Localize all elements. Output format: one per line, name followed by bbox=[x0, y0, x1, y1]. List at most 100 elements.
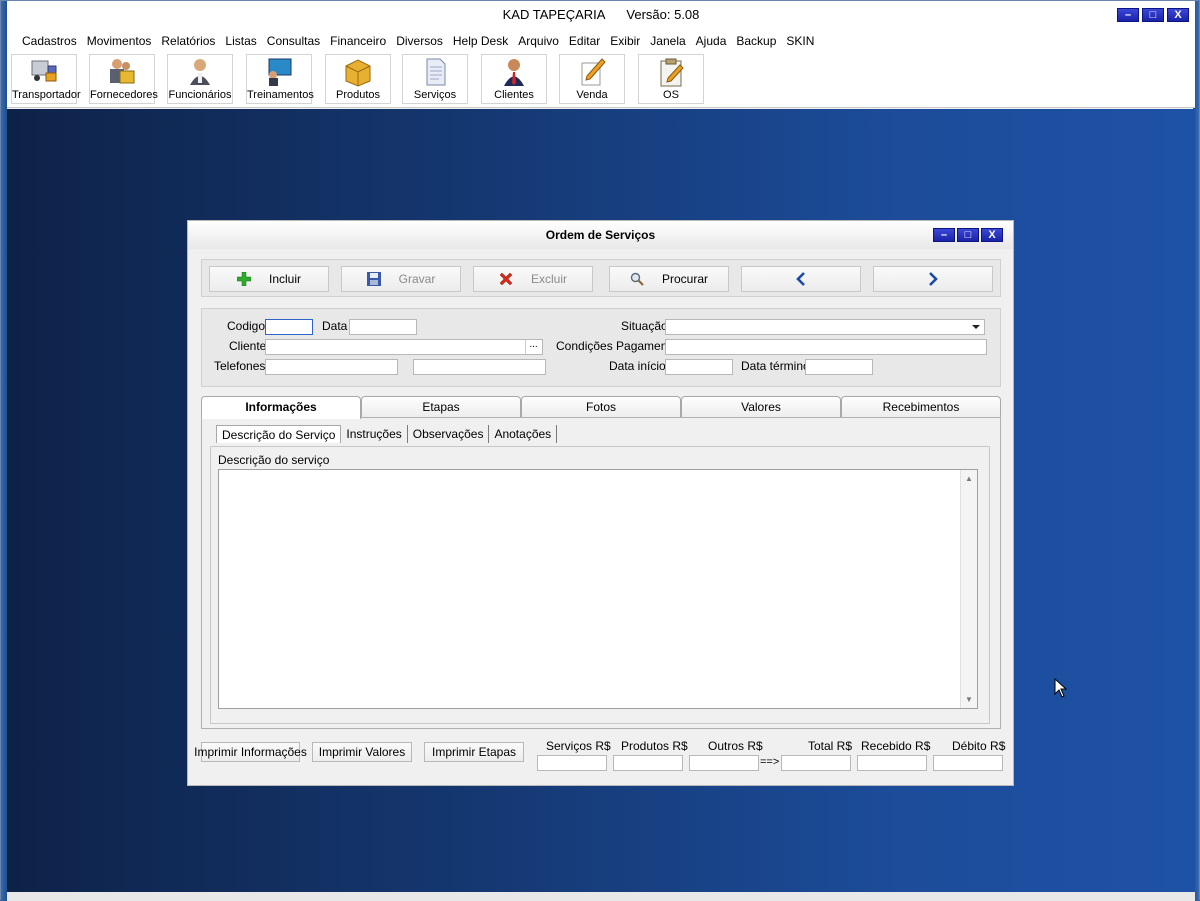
toolbar-clientes-button[interactable]: Clientes bbox=[481, 54, 547, 104]
main-tabs: Informações Etapas Fotos Valores Recebim… bbox=[201, 396, 1001, 419]
tab-fotos[interactable]: Fotos bbox=[521, 396, 681, 418]
descricao-scrollbar[interactable]: ▲ ▼ bbox=[960, 470, 977, 708]
toolbar-transportador-button[interactable]: Transportador bbox=[11, 54, 81, 104]
minimize-button[interactable]: – bbox=[1117, 8, 1139, 22]
menu-janela[interactable]: Janela bbox=[645, 34, 690, 48]
child-window-controls: – □ X bbox=[933, 228, 1003, 242]
child-maximize-button[interactable]: □ bbox=[957, 228, 979, 242]
menu-ajuda[interactable]: Ajuda bbox=[691, 34, 732, 48]
tab-informacoes[interactable]: Informações bbox=[201, 396, 361, 419]
imprimir-etapas-button[interactable]: Imprimir Etapas bbox=[424, 742, 524, 762]
incluir-button[interactable]: Incluir bbox=[209, 266, 329, 292]
sub-tabs: Descrição do Serviço Instruções Observaç… bbox=[216, 425, 558, 445]
outros-total-label: Outros R$ bbox=[708, 739, 763, 753]
subtab-observacoes[interactable]: Observações bbox=[408, 425, 490, 443]
procurar-label: Procurar bbox=[661, 272, 708, 286]
tab-etapas[interactable]: Etapas bbox=[361, 396, 521, 418]
menu-movimentos[interactable]: Movimentos bbox=[82, 34, 157, 48]
gravar-label: Gravar bbox=[398, 272, 436, 286]
recebido-input[interactable] bbox=[857, 755, 927, 771]
data-label: Data bbox=[322, 319, 348, 333]
codigo-input[interactable] bbox=[265, 319, 313, 335]
gravar-button[interactable]: Gravar bbox=[341, 266, 461, 292]
scroll-up-icon[interactable]: ▲ bbox=[965, 474, 973, 483]
imprimir-informacoes-button[interactable]: Imprimir Informações bbox=[194, 742, 307, 762]
menu-help-desk[interactable]: Help Desk bbox=[448, 34, 513, 48]
scroll-down-icon[interactable]: ▼ bbox=[965, 695, 973, 704]
app-titlebar: KAD TAPEÇARIA Versão: 5.08 – □ X bbox=[7, 1, 1195, 30]
condicoes-pagamento-input[interactable] bbox=[665, 339, 987, 355]
toolbar-servicos-button[interactable]: Serviços bbox=[402, 54, 468, 104]
telefone2-input[interactable] bbox=[413, 359, 546, 375]
delete-x-icon bbox=[499, 272, 513, 286]
toolbar-funcionarios-button[interactable]: Funcionários bbox=[167, 54, 233, 104]
chevron-down-icon[interactable] bbox=[971, 324, 981, 331]
data-inicio-input[interactable] bbox=[665, 359, 733, 375]
telefone1-input[interactable] bbox=[265, 359, 398, 375]
next-record-button[interactable] bbox=[873, 266, 993, 292]
subtab-anotacoes[interactable]: Anotações bbox=[489, 425, 558, 443]
menu-consultas[interactable]: Consultas bbox=[262, 34, 325, 48]
toolbar-treinamentos-button[interactable]: Treinamentos bbox=[246, 54, 314, 104]
cliente-input[interactable]: ... bbox=[265, 339, 543, 355]
tab-recebimentos[interactable]: Recebimentos bbox=[841, 396, 1001, 418]
situacao-select[interactable] bbox=[665, 319, 985, 335]
situacao-label: Situação bbox=[621, 319, 668, 333]
chevron-right-icon bbox=[929, 272, 938, 286]
produtos-total-input[interactable] bbox=[613, 755, 683, 771]
toolbar-fornecedores-button[interactable]: Fornecedores bbox=[89, 54, 158, 104]
toolbar: Transportador Fornecedores Funcionários … bbox=[7, 51, 1195, 108]
toolbar-label: Serviços bbox=[413, 89, 457, 101]
total-input[interactable] bbox=[781, 755, 851, 771]
menu-editar[interactable]: Editar bbox=[564, 34, 605, 48]
debito-input[interactable] bbox=[933, 755, 1003, 771]
previous-record-button[interactable] bbox=[741, 266, 861, 292]
menu-cadastros[interactable]: Cadastros bbox=[17, 34, 82, 48]
toolbar-label: Venda bbox=[576, 89, 608, 101]
menu-backup[interactable]: Backup bbox=[731, 34, 781, 48]
main-app-window: KAD TAPEÇARIA Versão: 5.08 – □ X Cadastr… bbox=[0, 0, 1200, 901]
menu-listas[interactable]: Listas bbox=[220, 34, 261, 48]
truck-icon bbox=[31, 60, 57, 82]
maximize-button[interactable]: □ bbox=[1142, 8, 1164, 22]
menu-skin[interactable]: SKIN bbox=[781, 34, 819, 48]
data-inicio-label: Data início bbox=[609, 359, 666, 373]
menu-exibir[interactable]: Exibir bbox=[605, 34, 645, 48]
child-minimize-button[interactable]: – bbox=[933, 228, 955, 242]
menu-relatorios[interactable]: Relatórios bbox=[156, 34, 220, 48]
subtab-instrucoes[interactable]: Instruções bbox=[341, 425, 408, 443]
toolbar-label: Treinamentos bbox=[247, 89, 314, 101]
cliente-label: Cliente bbox=[229, 339, 267, 353]
data-termino-input[interactable] bbox=[805, 359, 873, 375]
box-icon bbox=[345, 59, 371, 87]
app-title: KAD TAPEÇARIA Versão: 5.08 bbox=[502, 7, 700, 22]
recebido-label: Recebido R$ bbox=[861, 739, 931, 753]
incluir-label: Incluir bbox=[268, 272, 301, 286]
toolbar-venda-button[interactable]: Venda bbox=[559, 54, 625, 104]
descricao-panel: Descrição do serviço ▲ ▼ bbox=[210, 446, 990, 724]
informacoes-panel: Descrição do Serviço Instruções Observaç… bbox=[201, 417, 1001, 729]
close-button[interactable]: X bbox=[1167, 8, 1189, 22]
total-label: Total R$ bbox=[808, 739, 853, 753]
toolbar-label: OS bbox=[663, 89, 679, 101]
save-icon bbox=[366, 272, 381, 286]
imprimir-valores-button[interactable]: Imprimir Valores bbox=[312, 742, 412, 762]
excluir-button[interactable]: Excluir bbox=[473, 266, 593, 292]
child-close-button[interactable]: X bbox=[981, 228, 1003, 242]
subtab-descricao-do-servico[interactable]: Descrição do Serviço bbox=[216, 425, 342, 443]
menu-arquivo[interactable]: Arquivo bbox=[513, 34, 564, 48]
mouse-pointer-icon bbox=[1054, 678, 1068, 698]
training-icon bbox=[268, 58, 292, 86]
menu-diversos[interactable]: Diversos bbox=[391, 34, 448, 48]
tab-valores[interactable]: Valores bbox=[681, 396, 841, 418]
cliente-browse-button[interactable]: ... bbox=[525, 340, 541, 354]
servicos-total-input[interactable] bbox=[537, 755, 607, 771]
procurar-button[interactable]: Procurar bbox=[609, 266, 729, 292]
toolbar-produtos-button[interactable]: Produtos bbox=[325, 54, 391, 104]
toolbar-os-button[interactable]: OS bbox=[638, 54, 704, 104]
menu-financeiro[interactable]: Financeiro bbox=[325, 34, 391, 48]
client-icon bbox=[504, 59, 524, 86]
descricao-textarea[interactable]: ▲ ▼ bbox=[218, 469, 978, 709]
data-input[interactable] bbox=[349, 319, 417, 335]
outros-total-input[interactable] bbox=[689, 755, 759, 771]
